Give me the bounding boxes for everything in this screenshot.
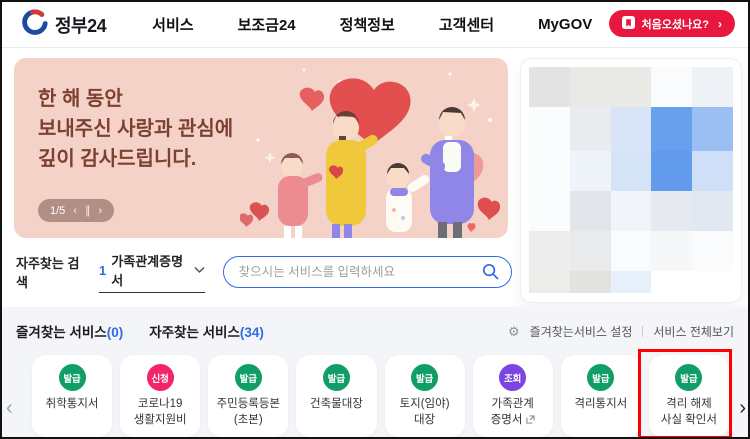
divider [642, 326, 644, 337]
service-card-resident-registration-copy[interactable]: 발급주민등록등본 (초본) [208, 355, 289, 437]
service-card-label: 주민등록등본 (초본) [216, 398, 281, 426]
page-indicator: 1/5 [50, 204, 66, 217]
mosaic-row [529, 151, 733, 191]
mosaic-row [529, 191, 733, 231]
services-section: 즐겨찾는 서비스(0) 자주찾는 서비스(34) ⚙ 즐겨찾는서비스 설정 서비… [2, 307, 748, 437]
cards-prev-arrow[interactable]: ‹ [6, 397, 13, 420]
search-icon[interactable] [482, 263, 499, 285]
mosaic-row [529, 107, 733, 151]
service-card-family-relation-certificate[interactable]: 조회가족관계 증명서 [472, 355, 553, 437]
service-card-building-register[interactable]: 발급건축물대장 [296, 355, 377, 437]
badge-issue: 발급 [234, 364, 262, 391]
gov24-logo[interactable]: 정부24 [22, 9, 107, 40]
banner-pause-button[interactable]: ∥ [85, 204, 91, 217]
gear-icon: ⚙ [508, 323, 520, 339]
banner-pager: 1/5 ‹ ∥ › [38, 199, 115, 222]
preview-panel[interactable] [520, 58, 742, 303]
service-cards-row: 발급 취학통지서 신청 코로나19 생활지원비 발급 주민등록등본 (초본) 발급 건축물대장 발급… [32, 355, 729, 437]
badge-apply: 신청 [146, 364, 174, 391]
banner-prev-button[interactable]: ‹ [73, 205, 77, 217]
main-nav: 서비스 보조금24 정책정보 고객센터 MyGOV [152, 14, 592, 35]
service-card-land-register[interactable]: 발급토지(임야) 대장 [384, 355, 465, 437]
search-box [222, 256, 512, 288]
mosaic-row [529, 231, 733, 271]
nav-item-customer-center[interactable]: 고객센터 [439, 14, 494, 35]
service-tabs: 즐겨찾는 서비스(0) 자주찾는 서비스(34) [16, 321, 264, 341]
promo-banner[interactable]: 한 해 동안 보내주신 사랑과 관심에 깊이 감사드립니다. 1/5 ‹ ∥ › [14, 58, 508, 238]
mosaic-row [529, 271, 733, 293]
badge-issue: 발급 [58, 364, 86, 391]
badge-inquiry: 조회 [499, 364, 527, 391]
service-card-school-entrance-notice[interactable]: 발급취학통지서 [32, 355, 113, 437]
header: 정부24 서비스 보조금24 정책정보 고객센터 MyGOV 처음오셨나요? › [2, 2, 748, 48]
badge-issue: 발급 [587, 364, 615, 391]
service-card-label: 코로나19 생활지원비 [133, 398, 187, 426]
frequent-search-label: 자주찾는 검색 [16, 256, 80, 290]
tab-favorite-services[interactable]: 즐겨찾는 서비스(0) [16, 321, 123, 341]
service-card-label: 격리 해제 사실 확인서 [660, 398, 717, 426]
nav-item-services[interactable]: 서비스 [152, 14, 193, 35]
gov24-portal-page: 정부24 서비스 보조금24 정책정보 고객센터 MyGOV 처음오셨나요? › 한 해… [0, 0, 750, 439]
hot-keyword-text: 가족관계증명서 [111, 254, 184, 288]
hot-keyword-rank: 1 [99, 262, 107, 278]
service-section-links: ⚙ 즐겨찾는서비스 설정 서비스 전체보기 [508, 323, 734, 340]
badge-issue: 발급 [675, 364, 703, 391]
service-card-covid19-living-support[interactable]: 신청코로나19 생활지원비 [120, 355, 201, 437]
service-card-quarantine-notice[interactable]: 발급격리통지서 [560, 355, 641, 437]
banner-illustration [240, 68, 501, 238]
service-card-label: 격리통지서 [574, 398, 628, 410]
mosaic-row [529, 67, 733, 107]
favorite-services-settings-link[interactable]: 즐겨찾는서비스 설정 [530, 323, 633, 340]
chevron-down-icon [194, 261, 205, 279]
cards-next-arrow[interactable]: › [739, 397, 746, 420]
service-card-label: 취학통지서 [45, 398, 99, 410]
search-input[interactable] [222, 256, 512, 288]
first-visit-button[interactable]: 처음오셨나요? › [608, 10, 735, 37]
nav-item-subsidy24[interactable]: 보조금24 [238, 14, 296, 35]
preview-panel-mosaic [529, 67, 733, 293]
hot-keyword-dropdown[interactable]: 1 가족관계증명서 [99, 251, 205, 293]
banner-next-button[interactable]: › [98, 205, 102, 217]
gov24-logo-icon [22, 9, 48, 40]
tab-frequent-services[interactable]: 자주찾는 서비스(34) [149, 321, 264, 341]
badge-issue: 발급 [411, 364, 439, 391]
external-link-icon [525, 414, 535, 424]
nav-item-mygov[interactable]: MyGOV [538, 16, 592, 33]
bookmark-icon [621, 15, 635, 32]
search-row: 자주찾는 검색 1 가족관계증명서 [2, 250, 512, 294]
first-visit-label: 처음오셨나요? [641, 18, 709, 31]
service-card-label: 가족관계 증명서 [490, 398, 535, 426]
banner-title: 한 해 동안 보내주신 사랑과 관심에 깊이 감사드립니다. [38, 88, 234, 170]
service-card-label: 토지(임야) 대장 [399, 398, 450, 426]
logo-text: 정부24 [55, 15, 107, 36]
service-card-label: 건축물대장 [309, 398, 363, 410]
service-card-quarantine-release-confirmation[interactable]: 발급격리 해제 사실 확인서 [648, 355, 729, 437]
nav-item-policy-info[interactable]: 정책정보 [340, 14, 395, 35]
badge-issue: 발급 [322, 364, 350, 391]
view-all-services-link[interactable]: 서비스 전체보기 [653, 323, 734, 340]
chevron-right-icon: › [718, 16, 722, 31]
